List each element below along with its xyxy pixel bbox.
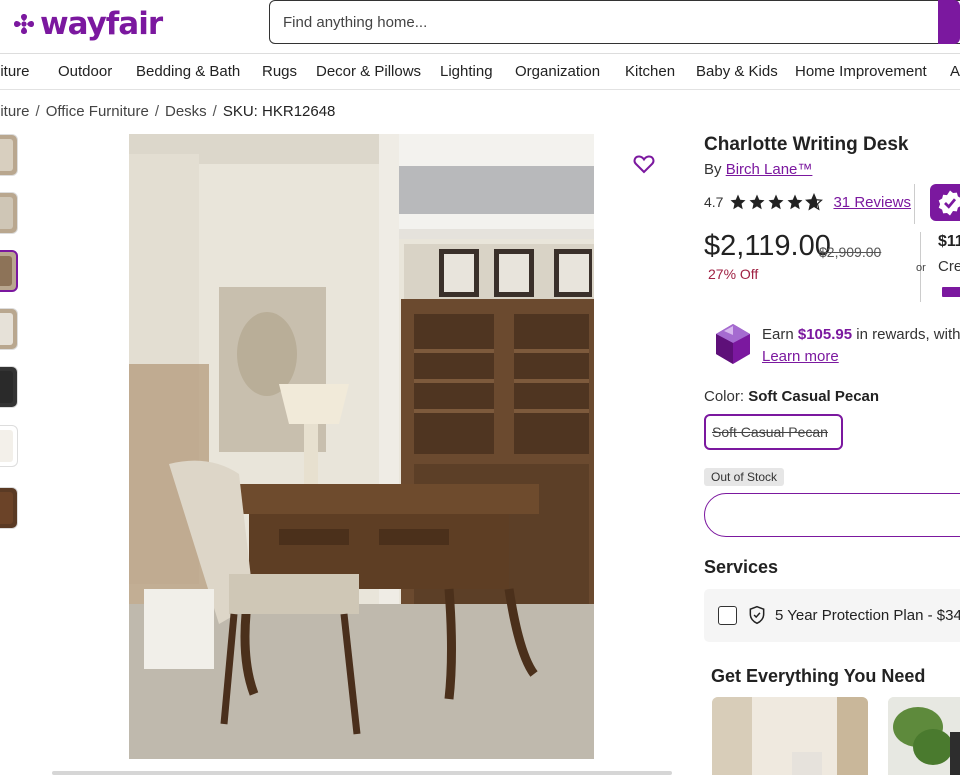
add-to-cart-button[interactable] xyxy=(704,493,960,537)
financing-label: Cre xyxy=(938,258,960,275)
recommendation-card-image[interactable] xyxy=(712,697,868,775)
product-title: Charlotte Writing Desk xyxy=(704,134,909,155)
breadcrumb-link[interactable]: niture xyxy=(0,103,30,120)
nav-item-baby-kids[interactable]: Baby & Kids xyxy=(696,63,778,80)
recommendation-photo xyxy=(888,697,960,775)
nav-item-rugs[interactable]: Rugs xyxy=(262,63,297,80)
recommendations-heading: Get Everything You Need xyxy=(711,666,926,686)
sale-price: $2,119.00 xyxy=(704,230,831,262)
nav-item-bedding-bath[interactable]: Bedding & Bath xyxy=(136,63,240,80)
site-header: wayfair xyxy=(0,0,960,54)
product-byline: By Birch Lane™ xyxy=(704,161,812,178)
nav-item-kitchen[interactable]: Kitchen xyxy=(625,63,675,80)
rewards-suffix: in rewards, with xyxy=(856,326,960,343)
nav-item-lighting[interactable]: Lighting xyxy=(440,63,493,80)
color-value: Soft Casual Pecan xyxy=(748,388,880,405)
divider xyxy=(914,184,915,224)
breadcrumb-separator: / xyxy=(154,103,159,120)
star-icon xyxy=(787,194,803,210)
stock-status-badge: Out of Stock xyxy=(704,468,785,486)
rating-row: 4.7 31 Reviews xyxy=(704,193,911,211)
discount-percent: 27% Off xyxy=(708,266,759,282)
nav-item-organization[interactable]: Organization xyxy=(515,63,600,80)
services-heading: Services xyxy=(704,557,779,577)
breadcrumb-separator: / xyxy=(212,103,217,120)
verified-badge-icon[interactable] xyxy=(930,184,960,221)
nav-item-furniture[interactable]: niture xyxy=(0,63,30,80)
rewards-amount: $105.95 xyxy=(797,326,853,343)
rewards-prefix: Earn xyxy=(762,326,794,343)
wayfair-logo[interactable]: wayfair xyxy=(12,6,163,42)
heart-outline-icon[interactable] xyxy=(632,152,656,176)
recommendation-photo xyxy=(712,697,868,775)
nav-item-home-improvement[interactable]: Home Improvement xyxy=(795,63,927,80)
original-price: $2,909.00 xyxy=(819,244,882,260)
protection-plan-label: 5 Year Protection Plan - $34 xyxy=(775,607,960,624)
reviews-link[interactable]: 31 Reviews xyxy=(833,194,911,211)
by-label: By xyxy=(704,161,722,178)
search-input[interactable] xyxy=(283,13,923,31)
nav-item-outdoor[interactable]: Outdoor xyxy=(58,63,112,80)
color-label: Color: Soft Casual Pecan xyxy=(704,388,879,405)
recommendation-card-image[interactable] xyxy=(888,697,960,775)
rewards-gem-icon xyxy=(716,324,750,364)
desk-scene-illustration xyxy=(129,134,594,759)
financing-price: $11 xyxy=(938,233,960,250)
thumbnail-video[interactable] xyxy=(0,366,18,408)
color-label-prefix: Color: xyxy=(704,388,745,405)
logo-wordmark: wayfair xyxy=(40,6,163,42)
search-bar[interactable] xyxy=(269,0,960,44)
star-icon xyxy=(768,194,784,210)
check-badge-icon xyxy=(938,190,960,216)
shield-check-icon xyxy=(749,605,765,625)
brand-link[interactable]: Birch Lane™ xyxy=(726,161,813,178)
rating-value: 4.7 xyxy=(704,194,724,210)
wayfair-pinwheel-icon xyxy=(14,14,34,34)
breadcrumb-current-sku: SKU: HKR12648 xyxy=(222,103,336,120)
credit-card-icon xyxy=(942,287,960,297)
star-rating xyxy=(729,193,824,211)
category-nav: niture Outdoor Bedding & Bath Rugs Decor… xyxy=(0,54,960,90)
learn-more-link[interactable]: Learn more xyxy=(762,348,839,365)
product-main-image[interactable] xyxy=(129,134,594,759)
thumbnail-image[interactable] xyxy=(0,308,18,350)
thumbnail-image-selected[interactable] xyxy=(0,250,18,292)
breadcrumb-link[interactable]: Desks xyxy=(165,103,207,120)
star-half-icon xyxy=(805,193,824,211)
star-icon xyxy=(749,194,765,210)
horizontal-scrollbar[interactable] xyxy=(52,771,672,775)
thumbnail-image[interactable] xyxy=(0,134,18,176)
or-label: or xyxy=(916,262,926,274)
breadcrumb: niture / Office Furniture / Desks / SKU: HKR12… xyxy=(0,103,335,120)
thumbnail-image[interactable] xyxy=(0,192,18,234)
protection-plan-checkbox[interactable] xyxy=(718,606,737,625)
nav-item-decor-pillows[interactable]: Decor & Pillows xyxy=(316,63,421,80)
color-swatch-option[interactable]: Soft Casual Pecan xyxy=(704,414,843,450)
thumbnail-image[interactable] xyxy=(0,425,18,467)
search-button[interactable] xyxy=(938,0,960,44)
breadcrumb-separator: / xyxy=(35,103,40,120)
nav-item-appliances[interactable]: Ap xyxy=(950,63,960,80)
breadcrumb-link[interactable]: Office Furniture xyxy=(46,103,149,120)
rewards-text: Earn $105.95 in rewards, with xyxy=(762,326,960,343)
star-icon xyxy=(730,194,746,210)
thumbnail-image[interactable] xyxy=(0,487,18,529)
